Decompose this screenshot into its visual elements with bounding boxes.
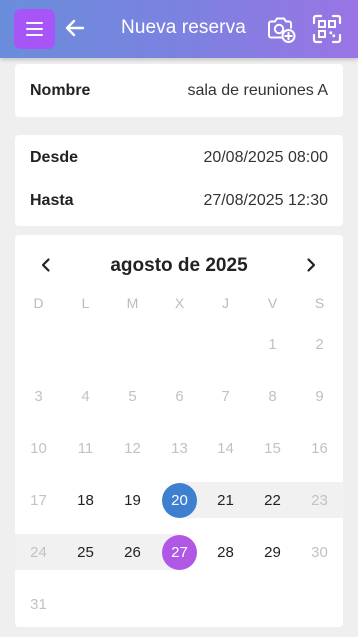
camera-add-icon[interactable] [265, 13, 297, 45]
day-cell[interactable]: 4 [62, 378, 109, 414]
day-cell[interactable]: 28 [202, 534, 249, 570]
day-cell[interactable]: 17 [15, 482, 62, 518]
day-cell[interactable]: 8 [249, 378, 296, 414]
day-cell[interactable]: 6 [156, 378, 203, 414]
day-cell[interactable]: 1 [249, 326, 296, 362]
day-cell[interactable]: 7 [202, 378, 249, 414]
calendar-month-label: agosto de 2025 [110, 255, 248, 276]
day-cell-range-end[interactable]: 27 [156, 534, 203, 570]
day-cell[interactable]: 15 [249, 430, 296, 466]
day-cell[interactable]: 3 [15, 378, 62, 414]
from-value: 20/08/2025 08:00 [203, 149, 328, 166]
day-cell[interactable]: 26 [109, 534, 156, 570]
calendar-week-row: 31 [15, 586, 343, 622]
day-cell[interactable]: 18 [62, 482, 109, 518]
to-label: Hasta [30, 192, 74, 209]
page-title: Nueva reserva [121, 17, 246, 38]
day-cell[interactable]: 22 [249, 482, 296, 518]
name-value: sala de reuniones A [187, 81, 328, 99]
day-cell[interactable]: 19 [109, 482, 156, 518]
weekday-header: D [33, 295, 44, 311]
calendar-week-row: 24 25 26 27 28 29 30 [15, 534, 343, 570]
menu-button[interactable] [14, 9, 55, 49]
day-cell-range-start[interactable]: 20 [156, 482, 203, 518]
day-cell[interactable]: 14 [202, 430, 249, 466]
day-cell[interactable]: 5 [109, 378, 156, 414]
to-value: 27/08/2025 12:30 [203, 192, 328, 209]
app-header: Nueva reserva [0, 0, 358, 58]
chevron-right-icon[interactable] [302, 256, 320, 274]
day-cell[interactable]: 9 [296, 378, 343, 414]
day-cell[interactable]: 16 [296, 430, 343, 466]
name-label: Nombre [30, 81, 91, 99]
day-cell[interactable]: 30 [296, 534, 343, 570]
day-cell[interactable]: 23 [296, 482, 343, 518]
day-label: 20 [162, 482, 197, 518]
arrow-left-icon[interactable] [63, 16, 87, 40]
day-cell[interactable]: 21 [202, 482, 249, 518]
day-cell[interactable]: 24 [15, 534, 62, 570]
from-label: Desde [30, 149, 79, 166]
weekday-header: X [174, 295, 185, 311]
to-row[interactable]: Hasta 27/08/2025 12:30 [30, 181, 328, 221]
day-cell[interactable]: 11 [62, 430, 109, 466]
weekday-header: L [81, 295, 90, 311]
weekday-header: S [314, 295, 325, 311]
calendar-card: agosto de 2025 D L M X J V S 1 2 3 4 5 6 7 8 9 10 11 12 13 1… [15, 235, 343, 627]
weekday-header: M [126, 295, 139, 311]
day-cell[interactable]: 13 [156, 430, 203, 466]
weekday-header: V [267, 295, 278, 311]
name-card: Nombre sala de reuniones A [15, 64, 343, 117]
day-label: 27 [162, 534, 197, 570]
day-cell[interactable]: 12 [109, 430, 156, 466]
qr-scan-icon[interactable] [311, 13, 343, 45]
calendar-week-row: 3456789 [15, 378, 343, 414]
day-cell[interactable]: 10 [15, 430, 62, 466]
calendar-week-row: 17 18 19 20 21 22 23 [15, 482, 343, 518]
from-row[interactable]: Desde 20/08/2025 08:00 [30, 138, 328, 178]
day-cell[interactable]: 25 [62, 534, 109, 570]
calendar-header: agosto de 2025 [15, 252, 343, 280]
calendar-week-row: 10 11 12 13 14 15 16 [15, 430, 343, 466]
day-cell[interactable]: 31 [15, 586, 62, 622]
day-cell[interactable]: 29 [249, 534, 296, 570]
dates-card: Desde 20/08/2025 08:00 Hasta 27/08/2025 … [15, 135, 343, 226]
calendar-week-row: 12 [15, 326, 343, 362]
weekday-header: J [222, 295, 229, 311]
day-cell[interactable]: 2 [296, 326, 343, 362]
hamburger-menu-icon [26, 22, 43, 24]
name-row[interactable]: Nombre sala de reuniones A [30, 64, 328, 117]
